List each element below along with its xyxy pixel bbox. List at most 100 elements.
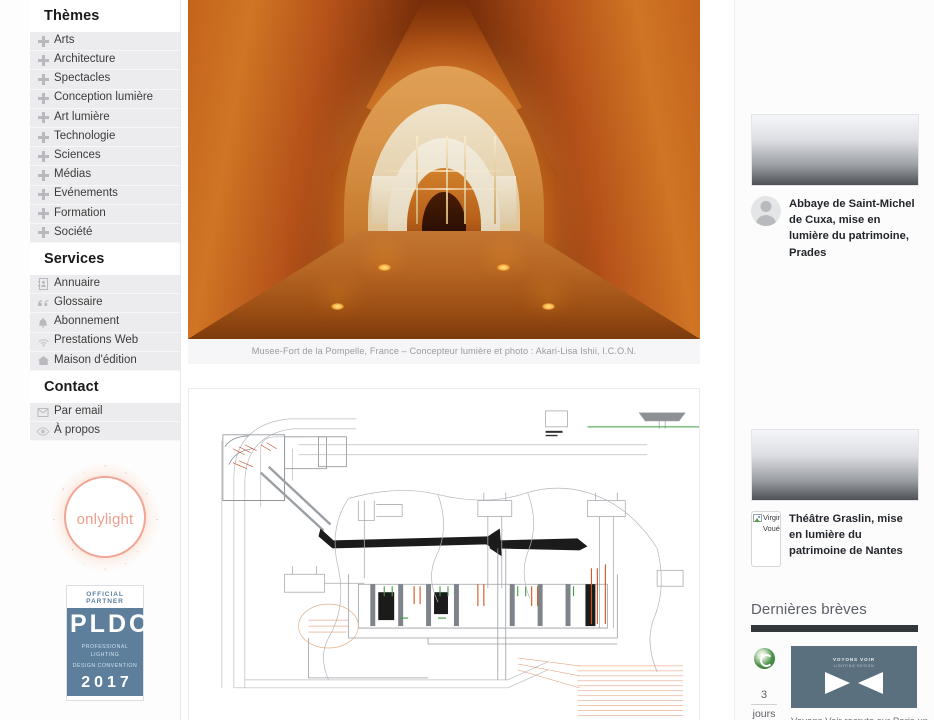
brief-text: Voyons Voir recrute sur Paris un nouveau… <box>791 708 931 720</box>
featured-photo-card: Musee-Fort de la Pompelle, France – Conc… <box>188 0 700 364</box>
breves-section: Dernières brèves 3 jours VOYONS VOIR LIG… <box>735 567 934 720</box>
sidebar-item-maison-edition[interactable]: Maison d'édition <box>30 351 180 371</box>
brief-meta: 3 jours <box>743 646 785 720</box>
lighting-plan-image[interactable] <box>188 388 700 720</box>
brief-source-logo-icon <box>753 647 775 669</box>
broken-image-alt-text: Virginie Voué <box>763 512 780 533</box>
photo-pillar-3 <box>464 135 466 224</box>
photo-uplight-3 <box>542 303 555 310</box>
photo-rail-1 <box>386 170 502 172</box>
brief-content: VOYONS VOIR LIGHTING DESIGN Voyons Voir … <box>791 645 931 720</box>
plus-icon <box>32 187 54 203</box>
sidebar-list-themes: Arts Architecture Spectacles Conception … <box>30 32 180 244</box>
eye-icon <box>32 423 54 439</box>
sidebar-item-label: Art lumière <box>54 110 110 123</box>
photo-uplight-4 <box>497 264 510 271</box>
sidebar-item-glossaire[interactable]: Glossaire <box>30 294 180 314</box>
sidebar-item-label: Architecture <box>54 53 116 66</box>
onlylight-logo[interactable]: onlylight <box>47 459 163 576</box>
photo-uplight-1 <box>331 303 344 310</box>
featured-item-1[interactable]: Abbaye de Saint-Michel de Cuxa, mise en … <box>735 0 934 261</box>
sidebar-heading-contact: Contact <box>30 371 180 403</box>
plus-icon <box>32 52 54 68</box>
brief-thumbnail[interactable]: VOYONS VOIR LIGHTING DESIGN <box>791 645 917 708</box>
plus-icon <box>32 206 54 222</box>
sidebar-item-label: À propos <box>54 424 101 437</box>
sidebar-item-label: Sciences <box>54 148 101 161</box>
sidebar-list-services: Annuaire Glossaire Abonnement Prestation… <box>30 275 180 371</box>
photo-pillar-1 <box>416 135 418 224</box>
main-content: Musee-Fort de la Pompelle, France – Conc… <box>188 0 700 720</box>
onlylight-wordmark: onlylight <box>76 511 134 529</box>
sidebar-item-label: Formation <box>54 206 106 219</box>
sidebar-section-services: Services Annuaire Glossaire Abonnement P… <box>30 243 180 371</box>
plus-icon <box>32 129 54 145</box>
bowtie-logo-icon <box>825 671 883 694</box>
brief-brand-tagline: LIGHTING DESIGN <box>833 663 875 668</box>
pldc-letters: PLDC <box>67 608 147 643</box>
page-root: Thèmes Arts Architecture Spectacles Conc… <box>0 0 934 720</box>
sidebar-item-spectacles[interactable]: Spectacles <box>30 70 180 90</box>
sidebar-item-label: Médias <box>54 168 92 181</box>
photo-pillar-4 <box>494 135 496 224</box>
sidebar-section-themes: Thèmes Arts Architecture Spectacles Conc… <box>30 0 180 244</box>
photo-rail-2 <box>386 188 502 190</box>
featured-thumbnail-2[interactable] <box>751 428 919 501</box>
quote-icon <box>32 295 54 311</box>
lighting-plan-drawing <box>189 389 699 720</box>
pldc-subtitle-line1: PROFESSIONAL LIGHTING <box>67 642 143 663</box>
plus-icon <box>32 110 54 126</box>
left-sidebar: Thèmes Arts Architecture Spectacles Conc… <box>0 0 181 720</box>
featured-photo[interactable] <box>188 0 700 339</box>
plus-icon <box>32 91 54 107</box>
photo-pillar-2 <box>446 135 448 224</box>
sidebar-item-par-email[interactable]: Par email <box>30 403 180 423</box>
sidebar-heading-services: Services <box>30 243 180 276</box>
sidebar-item-architecture[interactable]: Architecture <box>30 51 180 71</box>
plus-icon <box>32 33 54 49</box>
brief-item[interactable]: 3 jours VOYONS VOIR LIGHTING DESIGN Voyo… <box>735 645 934 720</box>
featured-thumbnail-1[interactable] <box>751 114 919 186</box>
breves-heading: Dernières brèves <box>751 600 867 618</box>
sidebar-item-label: Evénements <box>54 187 118 200</box>
sidebar-item-sciences[interactable]: Sciences <box>30 147 180 167</box>
sidebar-item-medias[interactable]: Médias <box>30 166 180 186</box>
address-book-icon <box>32 276 54 292</box>
featured-item-2[interactable]: Virginie Voué Théâtre Graslin, mise en l… <box>735 261 934 567</box>
sidebar-item-label: Abonnement <box>54 315 120 328</box>
sidebar-item-evenements[interactable]: Evénements <box>30 185 180 205</box>
sidebar-item-societe[interactable]: Société <box>30 223 180 244</box>
plus-icon <box>32 225 54 241</box>
broken-image-glyph <box>753 513 762 522</box>
brief-days-separator <box>751 703 777 705</box>
broken-image-icon: Virginie Voué <box>751 510 781 567</box>
sidebar-item-annuaire[interactable]: Annuaire <box>30 275 180 295</box>
sidebar-item-conception-lumiere[interactable]: Conception lumière <box>30 89 180 109</box>
sidebar-item-arts[interactable]: Arts <box>30 32 180 52</box>
featured-title-2[interactable]: Théâtre Graslin, mise en lumière du patr… <box>789 511 918 567</box>
pldc-logo[interactable]: OFFICIAL PARTNER PLDC PROFESSIONAL LIGHT… <box>66 585 147 701</box>
pldc-year: 2017 <box>67 673 143 696</box>
brief-days-label: jours <box>752 707 776 720</box>
featured-title-1[interactable]: Abbaye de Saint-Michel de Cuxa, mise en … <box>789 196 918 261</box>
sidebar-item-art-lumiere[interactable]: Art lumière <box>30 108 180 128</box>
sidebar-item-label: Glossaire <box>54 296 103 309</box>
home-icon <box>32 353 54 369</box>
plus-icon <box>32 167 54 183</box>
sidebar-item-label: Spectacles <box>54 72 111 85</box>
sidebar-item-label: Prestations Web <box>54 334 139 347</box>
brief-days-number: 3 <box>760 688 768 701</box>
plus-icon <box>32 71 54 87</box>
brief-brand-name: VOYONS VOIR <box>832 656 876 662</box>
sidebar-item-prestations-web[interactable]: Prestations Web <box>30 332 180 352</box>
sidebar-item-formation[interactable]: Formation <box>30 204 180 224</box>
sidebar-item-abonnement[interactable]: Abonnement <box>30 313 180 333</box>
photo-uplight-2 <box>378 264 391 271</box>
sidebar-item-a-propos[interactable]: À propos <box>30 422 180 442</box>
bell-icon <box>32 315 54 331</box>
sidebar-list-contact: Par email À propos <box>30 403 180 442</box>
plus-icon <box>32 148 54 164</box>
pldc-official-partner: OFFICIAL PARTNER <box>86 591 124 606</box>
sidebar-item-technologie[interactable]: Technologie <box>30 127 180 148</box>
sidebar-item-label: Société <box>54 225 93 238</box>
